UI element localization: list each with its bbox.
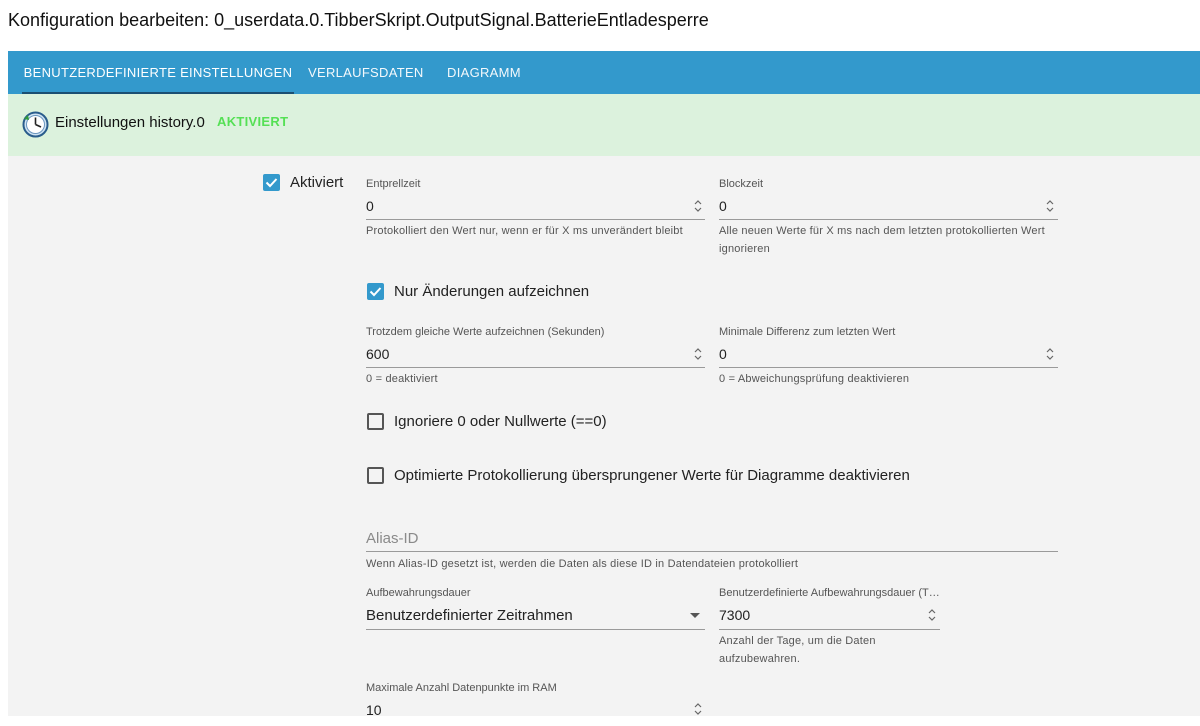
debounce-input[interactable]: 0 <box>366 198 374 214</box>
change-interval-input[interactable]: 600 <box>366 346 389 362</box>
enabled-label: Aktiviert <box>290 174 344 191</box>
min-diff-help: 0 = Abweichungsprüfung deaktivieren <box>719 373 910 385</box>
tab-chart[interactable]: DIAGRAMM <box>447 51 521 94</box>
settings-panel: Aktiviert Entprellzeit 0 Protokolliert d… <box>8 156 1200 718</box>
blocktime-label: Blockzeit <box>719 178 764 190</box>
checkmark-icon <box>265 178 278 188</box>
history-clock-icon <box>22 111 49 138</box>
retention-select[interactable]: Benutzerdefinierter Zeitrahmen <box>366 607 573 624</box>
change-interval-underline <box>366 367 705 368</box>
debounce-label: Entprellzeit <box>366 178 421 190</box>
change-interval-stepper-icon[interactable] <box>693 347 703 361</box>
max-ram-input[interactable]: 10 <box>366 702 382 718</box>
min-diff-stepper-icon[interactable] <box>1045 347 1055 361</box>
changes-only-label: Nur Änderungen aufzeichnen <box>394 283 590 300</box>
max-ram-label: Maximale Anzahl Datenpunkte im RAM <box>366 682 557 694</box>
min-diff-underline <box>719 367 1058 368</box>
blocktime-underline <box>719 219 1058 220</box>
blocktime-input[interactable]: 0 <box>719 198 727 214</box>
status-badge: AKTIVIERT <box>217 114 289 129</box>
blocktime-stepper-icon[interactable] <box>1045 199 1055 213</box>
alias-id-help: Wenn Alias-ID gesetzt ist, werden die Da… <box>366 558 799 570</box>
ignore-zero-checkbox[interactable] <box>367 413 384 430</box>
custom-retention-help: Anzahl der Tage, um die Daten aufzubewah… <box>719 635 876 665</box>
changes-only-checkbox[interactable] <box>367 283 384 300</box>
min-diff-input[interactable]: 0 <box>719 346 727 362</box>
blocktime-help: Alle neuen Werte für X ms nach dem letzt… <box>719 225 1045 255</box>
change-interval-help: 0 = deaktiviert <box>366 373 438 385</box>
tab-bar: BENUTZERDEFINIERTE EINSTELLUNGEN VERLAUF… <box>8 51 1200 94</box>
alias-id-input[interactable]: Alias-ID <box>366 530 419 547</box>
debounce-help: Protokolliert den Wert nur, wenn er für … <box>366 225 683 237</box>
disable-skipped-label: Optimierte Protokollierung übersprungene… <box>394 467 910 484</box>
custom-retention-underline <box>719 629 940 630</box>
max-ram-stepper-icon[interactable] <box>693 702 703 716</box>
tab-custom-settings[interactable]: BENUTZERDEFINIERTE EINSTELLUNGEN <box>22 51 294 94</box>
instance-name: Einstellungen history.0 <box>55 114 205 131</box>
checkmark-icon <box>369 287 382 297</box>
alias-id-underline <box>366 551 1058 552</box>
debounce-stepper-icon[interactable] <box>693 199 703 213</box>
custom-retention-input[interactable]: 7300 <box>719 607 750 623</box>
custom-retention-stepper-icon[interactable] <box>927 608 937 622</box>
ignore-zero-label: Ignoriere 0 oder Nullwerte (==0) <box>394 413 607 430</box>
retention-underline <box>366 629 705 630</box>
disable-skipped-checkbox[interactable] <box>367 467 384 484</box>
debounce-underline <box>366 219 705 220</box>
retention-label: Aufbewahrungsdauer <box>366 587 471 599</box>
tab-history-data[interactable]: VERLAUFSDATEN <box>308 51 424 94</box>
change-interval-label: Trotzdem gleiche Werte aufzeichnen (Seku… <box>366 326 605 338</box>
dialog-title: Konfiguration bearbeiten: 0_userdata.0.T… <box>8 10 709 30</box>
min-diff-label: Minimale Differenz zum letzten Wert <box>719 326 896 338</box>
custom-retention-label: Benutzerdefinierte Aufbewahrungsdauer (T… <box>719 587 940 599</box>
instance-status-bar: Einstellungen history.0 AKTIVIERT <box>8 94 1200 156</box>
enabled-checkbox[interactable] <box>263 174 280 191</box>
dropdown-arrow-icon[interactable] <box>690 613 700 618</box>
